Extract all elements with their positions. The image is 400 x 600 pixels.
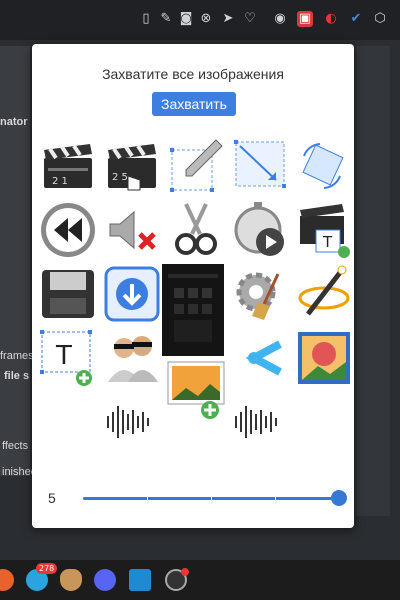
mute-speaker-icon [109,210,156,250]
cube-icon[interactable]: ⬡ [372,11,388,27]
crop-knife-thumbnail[interactable] [166,136,226,196]
resize-icon [234,140,286,188]
notification-dot-icon [181,568,189,576]
background-right-panel [356,46,390,516]
rotate-icon [302,143,344,189]
clapperboard-icon: 2 1 [44,144,92,188]
slider-value: 5 [48,490,56,506]
camera-icon[interactable]: ◙ [178,11,194,27]
text-tool-icon: T [40,330,92,386]
add-image-icon [167,361,225,419]
clapperboard-hand-thumbnail[interactable]: 2 5 [102,136,162,196]
background-text: ffects [2,440,29,452]
share-arrow-icon [245,340,282,376]
slider-tick [275,496,276,501]
audio-waveform-icon [107,406,149,438]
clapperboard-thumbnail[interactable]: 2 1 [38,136,98,196]
app-orange-icon[interactable] [0,569,14,591]
image-balloon-thumbnail[interactable] [294,328,354,388]
audio-waveform-thumbnail[interactable] [98,392,158,452]
rotate-thumbnail[interactable] [294,136,354,196]
svg-text:2 5: 2 5 [112,172,128,183]
extension-red-icon[interactable]: ◐ [323,11,339,27]
clapperboard-hand-icon: 2 5 [108,144,156,191]
scissors-thumbnail[interactable] [166,200,226,260]
mute-thumbnail[interactable] [102,200,162,260]
block-icon[interactable]: ⊗ [198,11,214,27]
background-sidebar [0,46,30,476]
text-tool-thumbnail[interactable]: T [38,328,98,388]
discord-icon[interactable] [94,569,116,591]
stopwatch-play-thumbnail[interactable] [230,200,290,260]
svg-text:T: T [55,341,72,371]
slider-tick [211,496,212,501]
gear-broom-icon [236,272,280,320]
magic-wand-thumbnail[interactable] [294,264,354,324]
svg-text:T: T [322,233,333,251]
heart-icon[interactable]: ♡ [242,11,258,27]
download-arrow-icon [104,266,160,322]
taskbar: 278 [0,560,400,600]
users-censored-icon [108,336,158,382]
popup-title: Захватите все изображения [102,66,284,82]
svg-text:2 1: 2 1 [52,176,68,187]
clapperboard-text-icon: T [300,204,350,258]
capture-button[interactable]: Захватить [152,92,236,116]
rewind-icon [41,203,95,257]
background-text: file s [4,370,30,382]
crop-knife-icon [170,139,223,192]
image-capture-extension-icon[interactable]: ▣ [297,11,313,27]
rewind-thumbnail[interactable] [38,200,98,260]
users-censored-thumbnail[interactable] [102,328,162,388]
background-text: frames [0,350,34,362]
stopwatch-play-icon [234,202,284,256]
save-disk-thumbnail[interactable] [38,264,98,324]
share-arrow-thumbnail[interactable] [230,328,290,388]
scissors-icon [175,203,217,255]
telegram-badge: 278 [36,563,58,574]
reader-mode-icon[interactable]: ▯ [138,11,154,27]
magic-wand-icon [298,265,350,316]
audio-waveform-icon [235,406,277,438]
add-image-thumbnail[interactable] [166,360,226,420]
screenshot-thumbnail[interactable] [162,264,224,356]
browser-toolbar: ▯ ✎ ◙ ⊗ ➤ ♡ ◉ ▣ ◐ ✔ ⬡ [0,0,400,40]
boat-app-icon[interactable] [60,569,82,591]
slider-tick [147,496,148,501]
capture-images-popup: Захватите все изображения Захватить 2 1 … [32,44,354,528]
checkmark-icon[interactable]: ✔ [348,11,364,27]
gear-broom-thumbnail[interactable] [230,264,290,324]
download-thumbnail[interactable] [102,264,162,324]
clapperboard-text-thumbnail[interactable]: T [294,200,354,260]
floppy-disk-icon [42,270,94,318]
image-balloon-icon [298,332,350,384]
audio-waveform-thumbnail-2[interactable] [226,392,286,452]
send-icon[interactable]: ➤ [220,11,236,27]
resize-thumbnail[interactable] [230,136,290,196]
background-text: nator [0,116,28,128]
edit-icon[interactable]: ✎ [158,11,174,27]
size-slider-thumb[interactable] [331,490,347,506]
dark-screenshot-image [162,264,224,356]
extension-icon[interactable]: ◉ [272,11,288,27]
vscode-icon[interactable] [129,569,151,591]
